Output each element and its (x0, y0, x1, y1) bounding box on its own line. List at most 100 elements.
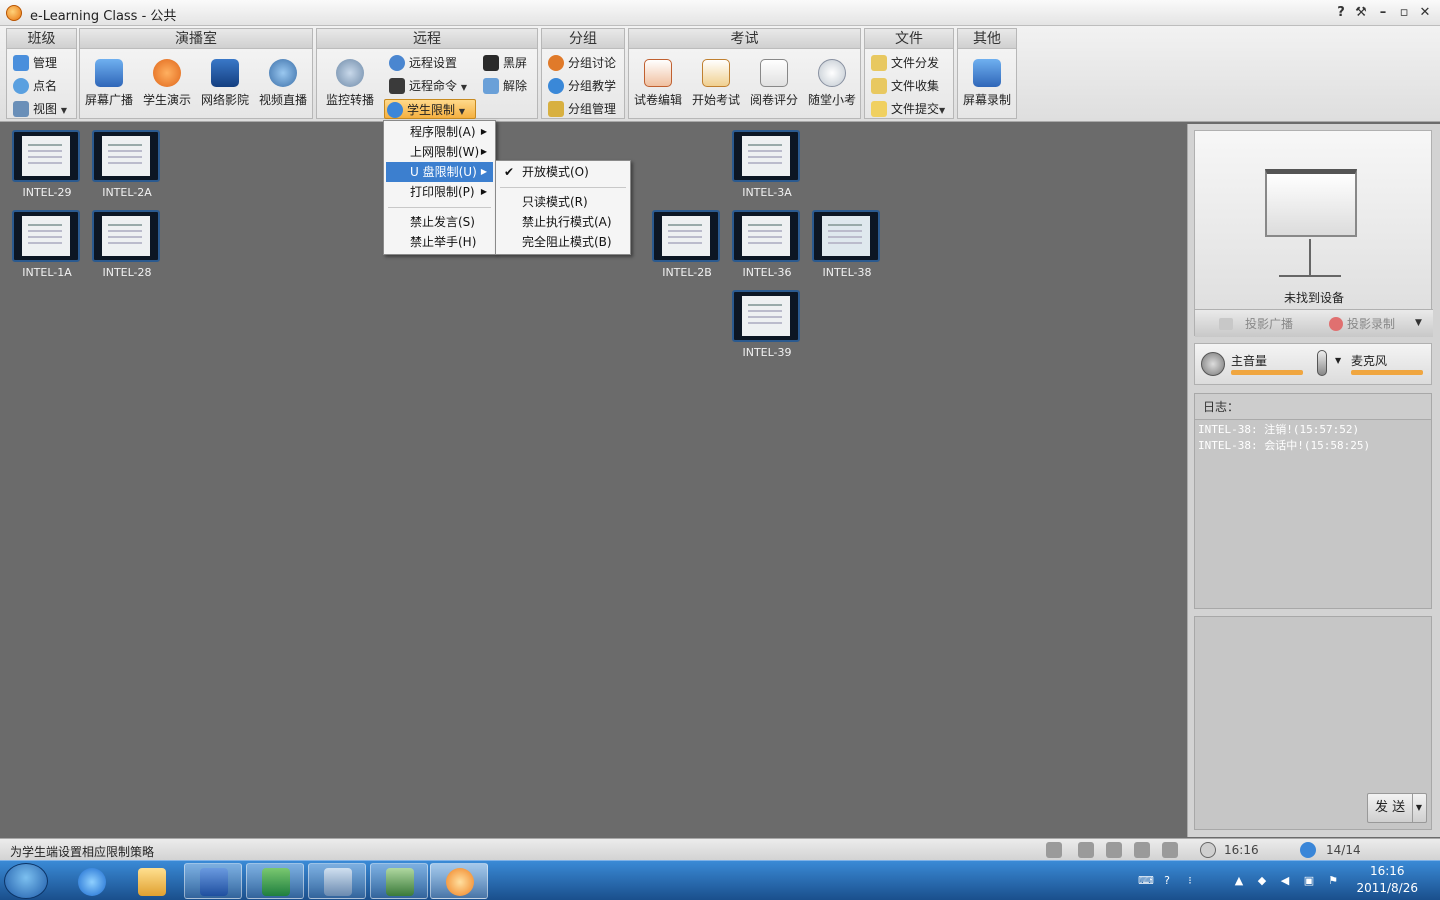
rollcall-button[interactable]: 点名 (11, 76, 57, 96)
web-icon[interactable] (1106, 842, 1122, 858)
show-hidden-icons[interactable]: ▲ (1232, 874, 1246, 888)
screen-record-button[interactable]: 屏幕录制 (958, 59, 1016, 108)
menu-item-no-hand-raise[interactable]: 禁止举手(H) (386, 232, 493, 252)
folder-icon (871, 101, 887, 117)
file-submit-dropdown[interactable]: 文件提交▼ (869, 99, 945, 119)
group-header: 文件 (865, 29, 953, 49)
manage-button[interactable]: 管理 (11, 53, 57, 73)
student-computer[interactable]: INTEL-39 (732, 290, 802, 359)
settings-icon[interactable]: ⚒ (1352, 4, 1370, 22)
flag-icon[interactable]: ⚑ (1326, 874, 1340, 888)
menu-item-block-mode[interactable]: 完全阻止模式(B) (498, 232, 628, 252)
menu-item-print-limit[interactable]: 打印限制(P) ▶ (386, 182, 493, 202)
ribbon-toolbar: 班级 管理 点名 视图 ▼ 演播室 屏幕广播 学生演示 网络影院 视频直播 远程… (0, 26, 1440, 122)
computer-thumbnail (812, 210, 880, 262)
help-button[interactable]: ? (1332, 4, 1350, 22)
chat-panel: 发 送 ▼ (1194, 616, 1432, 830)
shield-icon[interactable]: ◆ (1255, 874, 1269, 888)
student-demo-button[interactable]: 学生演示 (138, 59, 196, 108)
grid-icon (13, 55, 29, 71)
student-computer[interactable]: INTEL-36 (732, 210, 802, 279)
remote-command-dropdown[interactable]: 远程命令 ▼ (387, 76, 467, 96)
video-live-button[interactable]: 视频直播 (254, 59, 312, 108)
master-volume-slider[interactable] (1231, 370, 1303, 375)
remote-settings-button[interactable]: 远程设置 (387, 53, 457, 73)
close-button[interactable]: ✕ (1416, 4, 1434, 22)
start-exam-button[interactable]: 开始考试 (687, 59, 745, 108)
group-header: 考试 (629, 29, 860, 49)
grade-paper-button[interactable]: 阅卷评分 (745, 59, 803, 108)
menu-item-open-mode[interactable]: ✔ 开放模式(O) (498, 162, 628, 182)
group-header: 演播室 (80, 29, 312, 49)
taskbar-ie[interactable] (62, 863, 120, 899)
student-computer[interactable]: INTEL-29 (12, 130, 82, 199)
record-icon (1329, 317, 1343, 331)
microphone-volume-slider[interactable] (1351, 370, 1423, 375)
taskbar-outlook[interactable] (122, 863, 180, 899)
chevron-down-icon[interactable]: ▼ (1415, 318, 1422, 328)
start-button[interactable] (4, 863, 48, 899)
printer-icon[interactable] (1078, 842, 1094, 858)
keyboard-icon[interactable]: ⌨ (1138, 874, 1154, 888)
group-manage-button[interactable]: 分组管理 (546, 99, 616, 119)
student-computer[interactable]: INTEL-3A (732, 130, 802, 199)
group-header: 分组 (542, 29, 624, 49)
group-teaching-button[interactable]: 分组教学 (546, 76, 616, 96)
student-limit-menu: 程序限制(A) ▶ 上网限制(W) ▶ U 盘限制(U) ▶ 打印限制(P) ▶ 禁止发… (383, 120, 496, 255)
restore-button[interactable]: ▫ (1395, 4, 1413, 22)
taskbar-word[interactable] (184, 863, 242, 899)
student-computer[interactable]: INTEL-38 (812, 210, 882, 279)
group-discussion-button[interactable]: 分组讨论 (546, 53, 616, 73)
black-screen-button[interactable]: 黑屏 (481, 53, 527, 73)
elearning-icon (446, 868, 474, 896)
taskbar-excel[interactable] (246, 863, 304, 899)
network-tray-icon[interactable]: ▣ (1302, 874, 1316, 888)
chevron-down-icon: ▼ (458, 107, 465, 116)
file-distribute-button[interactable]: 文件分发 (869, 53, 939, 73)
network-icon[interactable] (1046, 842, 1062, 858)
help-icon[interactable]: ? (1160, 874, 1174, 888)
taskbar-classroom-app[interactable] (370, 863, 428, 899)
network-cinema-button[interactable]: 网络影院 (196, 59, 254, 108)
student-computer[interactable]: INTEL-28 (92, 210, 162, 279)
submenu-arrow-icon: ▶ (480, 147, 487, 156)
usb-icon[interactable] (1134, 842, 1150, 858)
paper-edit-button[interactable]: 试卷编辑 (629, 59, 687, 108)
folder-collect-icon (871, 78, 887, 94)
student-computer[interactable]: INTEL-1A (12, 210, 82, 279)
menu-item-no-execute-mode[interactable]: 禁止执行模式(A) (498, 212, 628, 232)
release-button[interactable]: 解除 (481, 76, 527, 96)
menu-item-readonly-mode[interactable]: 只读模式(R) (498, 192, 628, 212)
menu-item-mute-student[interactable]: 禁止发言(S) (386, 212, 493, 232)
file-collect-button[interactable]: 文件收集 (869, 76, 939, 96)
mail-icon (138, 868, 166, 896)
volume-icon[interactable]: ◀ (1278, 874, 1292, 888)
computer-thumbnail (12, 210, 80, 262)
minimize-button[interactable]: – (1374, 4, 1392, 22)
monitor-relay-button[interactable]: 监控转播 (321, 59, 379, 108)
menu-item-usb-limit[interactable]: U 盘限制(U) ▶ (386, 162, 493, 182)
quiz-button[interactable]: 随堂小考 (803, 59, 861, 108)
view-dropdown[interactable]: 视图 ▼ (11, 99, 67, 119)
group-studio: 演播室 屏幕广播 学生演示 网络影院 视频直播 (79, 28, 313, 119)
student-limit-dropdown[interactable]: 学生限制 ▼ (384, 99, 476, 119)
system-clock[interactable]: 16:16 2011/8/26 (1356, 863, 1418, 897)
chevron-down-icon[interactable]: ▼ (1411, 794, 1422, 822)
tripod-icon (1309, 239, 1311, 275)
pin-icon[interactable]: ⁝ (1183, 874, 1197, 888)
taskbar-network-app[interactable] (308, 863, 366, 899)
student-computer[interactable]: INTEL-2B (652, 210, 722, 279)
master-volume-label: 主音量 (1231, 354, 1268, 368)
chat-input[interactable] (1195, 617, 1431, 785)
send-button[interactable]: 发 送 ▼ (1367, 793, 1427, 823)
chevron-down-icon[interactable]: ▼ (1335, 356, 1341, 365)
student-computer[interactable]: INTEL-2A (92, 130, 162, 199)
menu-item-program-limit[interactable]: 程序限制(A) ▶ (386, 122, 493, 142)
window-title: e-Learning Class - 公共 (30, 9, 177, 24)
projection-broadcast-button[interactable]: 投影广播 (1245, 315, 1293, 332)
hand-icon[interactable] (1162, 842, 1178, 858)
screen-broadcast-button[interactable]: 屏幕广播 (80, 59, 138, 108)
menu-item-web-limit[interactable]: 上网限制(W) ▶ (386, 142, 493, 162)
taskbar-elearning-active[interactable] (430, 863, 488, 899)
projection-record-button[interactable]: 投影录制 (1347, 315, 1395, 332)
